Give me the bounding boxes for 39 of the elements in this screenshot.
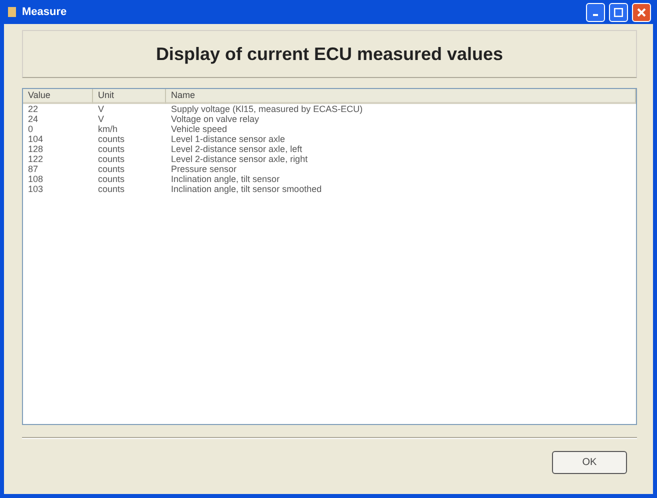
header-title: Display of current ECU measured values [22, 30, 637, 78]
table-cell-text: Vehicle speed [170, 124, 228, 134]
table-cell-text: counts [97, 164, 126, 174]
maximize-button[interactable] [609, 2, 628, 22]
table-cell-text: 24 [27, 114, 40, 124]
table-cell-text: counts [97, 174, 126, 184]
table-cell-text: Inclination angle, tilt sensor smoothed [170, 184, 323, 194]
window-title: Measure [22, 6, 68, 18]
table-cell-text: Level 1-distance sensor axle [170, 134, 286, 144]
table-cell-text: counts [97, 154, 126, 164]
minimize-button[interactable] [586, 2, 605, 22]
close-icon [637, 8, 646, 16]
table-cell-text: 103 [27, 184, 44, 194]
close-button[interactable] [632, 2, 651, 22]
table-cell-text: V [97, 104, 106, 114]
table-cell-text: 87 [27, 164, 40, 174]
column-header[interactable]: Value [23, 89, 93, 104]
table-cell-text: Pressure sensor [170, 164, 238, 174]
table-cell-text: Supply voltage (Kl15, measured by ECAS-ECU) [170, 104, 364, 114]
column-header[interactable]: Name [166, 89, 636, 104]
table-cell-text: Voltage on valve relay [170, 114, 260, 124]
table-cell-text: 22 [27, 104, 40, 114]
table-cell-text: 108 [27, 174, 44, 184]
app-icon [6, 6, 18, 18]
ok-button[interactable]: OK [552, 451, 627, 474]
table-cell-text: Level 2-distance sensor axle, right [170, 154, 309, 164]
maximize-icon [614, 8, 623, 16]
table-cell-text: V [97, 114, 106, 124]
table-cell-text: 128 [27, 144, 44, 154]
table-cell-text: km/h [97, 124, 119, 134]
table-cell-text: Inclination angle, tilt sensor [170, 174, 281, 184]
table-cell-text: counts [97, 134, 126, 144]
table-cell-text: 104 [27, 134, 44, 144]
table-cell-text: counts [97, 144, 126, 154]
table-cell-text: 0 [27, 124, 34, 134]
column-header[interactable]: Unit [93, 89, 166, 104]
table-cell-text: counts [97, 184, 126, 194]
table-cell-text: 122 [27, 154, 44, 164]
table-cell-text: Level 2-distance sensor axle, left [170, 144, 304, 154]
